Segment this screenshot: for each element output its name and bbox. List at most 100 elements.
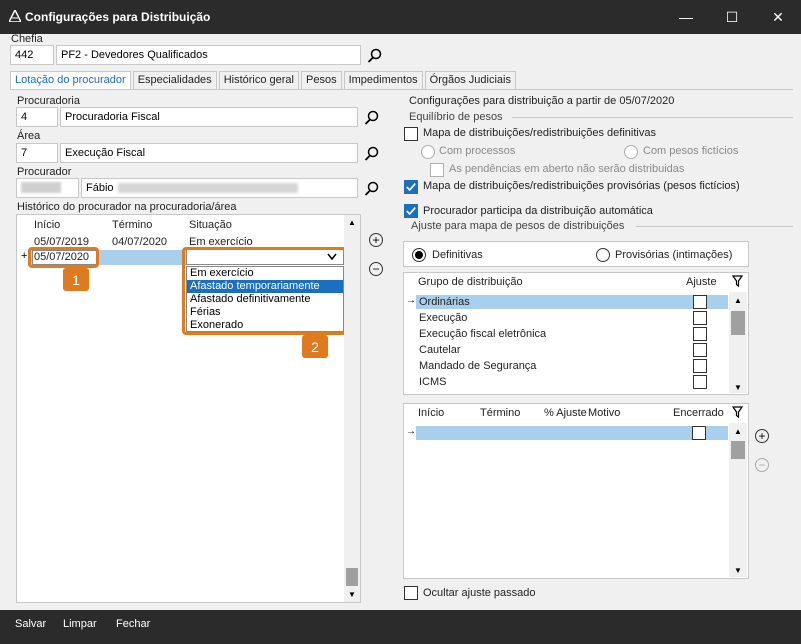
chefia-label: Chefia <box>11 33 43 45</box>
search-icon[interactable] <box>364 146 380 162</box>
check-icon <box>406 183 416 192</box>
area-name-field[interactable]: Execução Fiscal <box>60 143 358 163</box>
scroll-down-icon[interactable]: ▼ <box>734 566 742 575</box>
scroll-down-icon[interactable]: ▼ <box>348 590 356 599</box>
procurador-name: Fábio <box>86 182 114 194</box>
scroll-thumb[interactable] <box>346 568 358 586</box>
annotation-box-1 <box>28 247 99 268</box>
pendencias-label: As pendências em aberto não serão distri… <box>449 163 685 175</box>
search-icon[interactable] <box>364 181 380 197</box>
com-processos-label: Com processos <box>439 145 516 157</box>
ajuste-checkbox[interactable] <box>693 359 707 373</box>
ajuste-checkbox[interactable] <box>693 295 707 309</box>
col-inicio: Início <box>418 407 445 419</box>
filter-icon[interactable] <box>732 275 745 288</box>
grupo-item[interactable]: ICMS <box>419 376 447 388</box>
config-title: Configurações para distribuição a partir… <box>409 95 675 107</box>
chefia-code-field[interactable]: 442 <box>10 45 54 65</box>
procuradoria-code-field[interactable]: 4 <box>16 107 58 127</box>
mapa-provisorias-label: Mapa de distribuições/redistribuições pr… <box>423 180 740 192</box>
check-icon <box>406 207 416 216</box>
participa-label: Procurador participa da distribuição aut… <box>423 205 653 217</box>
equilibrio-divider <box>512 117 793 118</box>
procurador-name-field[interactable]: Fábio <box>81 178 358 198</box>
tab-especialidades[interactable]: Especialidades <box>132 71 217 89</box>
mapa-definitivas-label: Mapa de distribuições/redistribuições de… <box>423 127 656 139</box>
row-pointer-icon: → <box>406 295 416 306</box>
remove-icon[interactable]: − <box>369 262 383 276</box>
provisorias-radio[interactable] <box>596 248 610 262</box>
com-pesos-ficticios-label: Com pesos fictícios <box>643 145 739 157</box>
col-grupo: Grupo de distribuição <box>418 276 523 288</box>
com-pesos-ficticios-radio[interactable] <box>624 145 638 159</box>
ajuste-checkbox[interactable] <box>693 343 707 357</box>
tab-orgaos-judiciais[interactable]: Órgãos Judiciais <box>424 71 516 89</box>
new-row-marker-icon: + <box>21 250 28 262</box>
salvar-button[interactable]: Salvar <box>15 618 46 630</box>
grupo-scrollbar[interactable] <box>729 292 747 393</box>
equilibrio-label: Equilíbrio de pesos <box>409 111 503 123</box>
scroll-up-icon[interactable]: ▲ <box>348 218 356 227</box>
app-icon <box>9 10 21 22</box>
historico-scrollbar[interactable] <box>344 215 360 602</box>
table-row-selected[interactable] <box>416 426 728 440</box>
scroll-down-icon[interactable]: ▼ <box>734 383 742 392</box>
col-termino: Término <box>112 219 153 231</box>
scroll-up-icon[interactable]: ▲ <box>734 296 742 305</box>
tab-lotacao[interactable]: Lotação do procurador <box>10 71 131 89</box>
col-situacao: Situação <box>189 219 232 231</box>
maximize-icon[interactable]: ☐ <box>709 0 755 34</box>
tab-bar: Lotação do procurador Especialidades His… <box>10 71 518 89</box>
ajuste-checkbox[interactable] <box>693 311 707 325</box>
chefia-name-field[interactable]: PF2 - Devedores Qualificados <box>56 45 361 65</box>
annotation-badge-1: 1 <box>63 268 89 291</box>
ajuste-checkbox[interactable] <box>693 375 707 389</box>
tab-historico-geral[interactable]: Histórico geral <box>218 71 299 89</box>
col-encerrado: Encerrado <box>673 407 724 419</box>
definitivas-label: Definitivas <box>432 249 483 261</box>
limpar-button[interactable]: Limpar <box>63 618 97 630</box>
grupo-item[interactable]: Execução <box>419 312 467 324</box>
window-title: Configurações para Distribuição <box>25 10 211 24</box>
scroll-thumb[interactable] <box>731 311 745 335</box>
mapa-provisorias-checkbox[interactable] <box>404 180 418 194</box>
tab-pesos[interactable]: Pesos <box>301 71 342 89</box>
row1-termino[interactable]: 04/07/2020 <box>112 236 167 248</box>
fechar-button[interactable]: Fechar <box>116 618 150 630</box>
ajuste-checkbox[interactable] <box>693 327 707 341</box>
close-icon[interactable]: ✕ <box>755 0 801 34</box>
grupo-item[interactable]: Execução fiscal eletrônica <box>419 328 546 340</box>
annotation-box-2 <box>182 247 347 335</box>
col-inicio: Início <box>34 219 61 231</box>
scroll-up-icon[interactable]: ▲ <box>734 427 742 436</box>
encerrado-checkbox[interactable] <box>692 426 706 440</box>
procurador-label: Procurador <box>17 166 72 178</box>
tab-impedimentos[interactable]: Impedimentos <box>343 71 423 89</box>
add-icon[interactable]: + <box>369 233 383 247</box>
add-icon[interactable]: + <box>755 429 769 443</box>
tab-divider <box>10 89 793 90</box>
col-termino: Término <box>480 407 521 419</box>
minimize-icon[interactable]: — <box>663 0 709 34</box>
historico-label: Histórico do procurador na procuradoria/… <box>17 201 237 213</box>
scroll-thumb[interactable] <box>731 441 745 459</box>
grupo-item[interactable]: Cautelar <box>419 344 461 356</box>
search-icon[interactable] <box>367 48 383 64</box>
col-motivo: Motivo <box>588 407 621 419</box>
blurred-code <box>21 182 61 193</box>
filter-icon[interactable] <box>732 406 745 419</box>
procurador-code-field[interactable] <box>16 178 79 198</box>
grupo-item[interactable]: Ordinárias <box>419 296 470 308</box>
grupo-item[interactable]: Mandado de Segurança <box>419 360 536 372</box>
mapa-definitivas-checkbox[interactable] <box>404 127 418 141</box>
procuradoria-name-field[interactable]: Procuradoria Fiscal <box>60 107 358 127</box>
ocultar-checkbox[interactable] <box>404 586 418 600</box>
participa-checkbox[interactable] <box>404 204 418 218</box>
pendencias-checkbox[interactable] <box>430 163 444 177</box>
remove-icon[interactable]: − <box>755 458 769 472</box>
procuradoria-label: Procuradoria <box>17 95 80 107</box>
com-processos-radio[interactable] <box>421 145 435 159</box>
definitivas-radio[interactable] <box>412 248 426 262</box>
search-icon[interactable] <box>364 110 380 126</box>
area-code-field[interactable]: 7 <box>16 143 58 163</box>
